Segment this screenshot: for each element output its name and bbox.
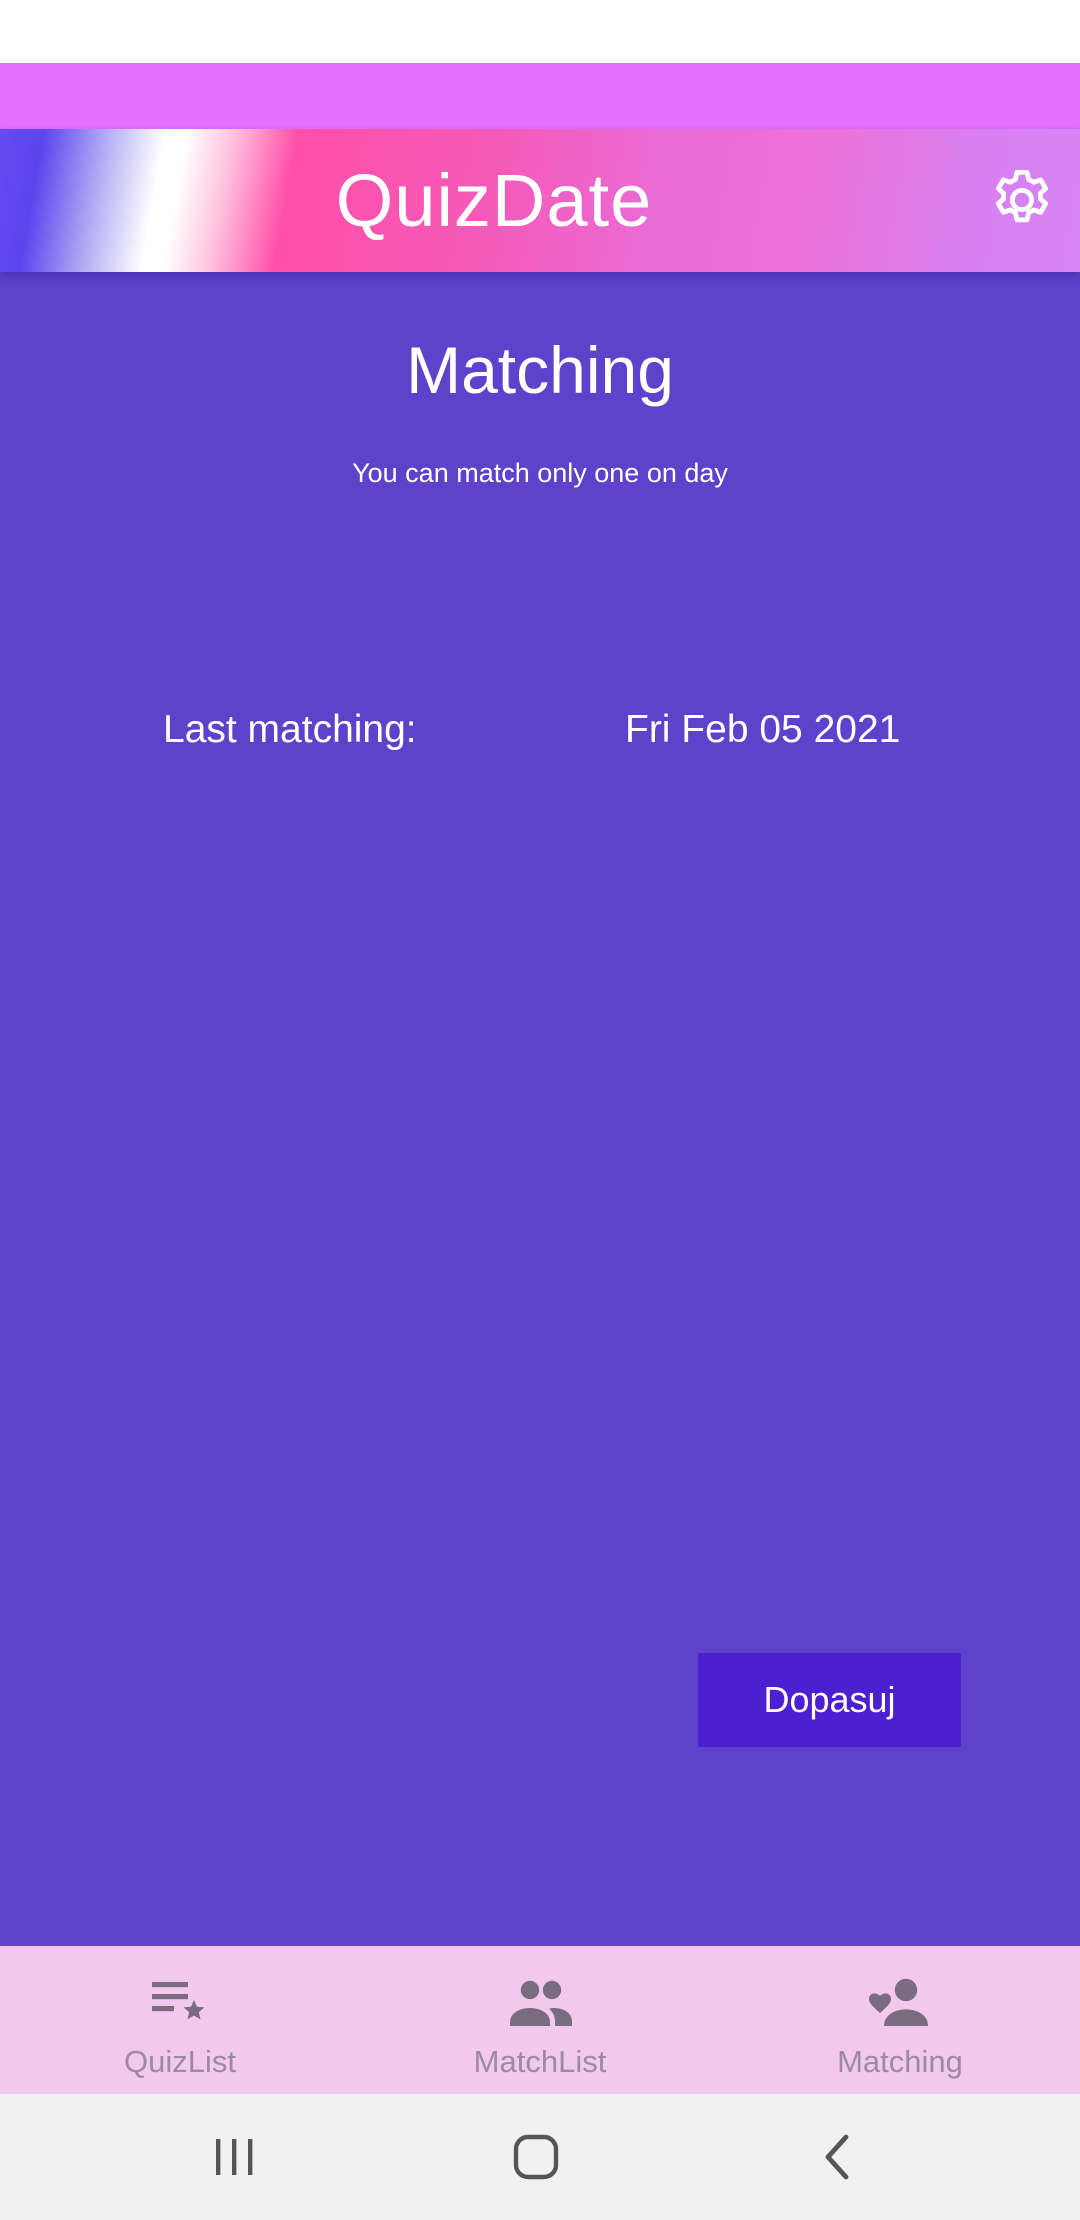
page-subtitle: You can match only one on day — [352, 458, 728, 488]
nav-label-matchlist: MatchList — [473, 2044, 607, 2079]
system-navigation-bar — [0, 2094, 1080, 2220]
back-icon — [808, 2127, 868, 2187]
last-matching-label: Last matching: — [163, 708, 417, 751]
status-bar — [0, 63, 1080, 129]
nav-item-quizlist[interactable]: QuizList — [0, 1946, 360, 2094]
nav-item-matchlist[interactable]: MatchList — [360, 1946, 720, 2094]
recents-button[interactable] — [204, 2127, 264, 2187]
people-icon — [508, 1974, 572, 2030]
app-title: QuizDate — [335, 159, 653, 242]
back-button[interactable] — [808, 2127, 868, 2187]
home-button[interactable] — [506, 2127, 566, 2187]
match-button[interactable]: Dopasuj — [698, 1653, 961, 1747]
last-matching-date: Fri Feb 05 2021 — [625, 708, 901, 751]
recents-icon — [204, 2127, 264, 2187]
nav-label-quizlist: QuizList — [124, 2044, 236, 2079]
settings-button[interactable] — [986, 164, 1058, 236]
gear-icon — [986, 164, 1058, 236]
app-bar: QuizDate — [0, 129, 1080, 272]
page-title: Matching — [406, 333, 674, 407]
nav-label-matching: Matching — [837, 2044, 963, 2079]
playlist-star-icon — [148, 1974, 212, 2030]
matching-screen: Matching You can match only one on day L… — [0, 272, 1080, 1946]
home-icon — [506, 2127, 566, 2187]
top-spacer — [0, 0, 1080, 63]
nav-item-matching[interactable]: Matching — [720, 1946, 1080, 2094]
favorite-person-icon — [868, 1974, 932, 2030]
bottom-navigation: QuizList MatchList Matching — [0, 1946, 1080, 2094]
